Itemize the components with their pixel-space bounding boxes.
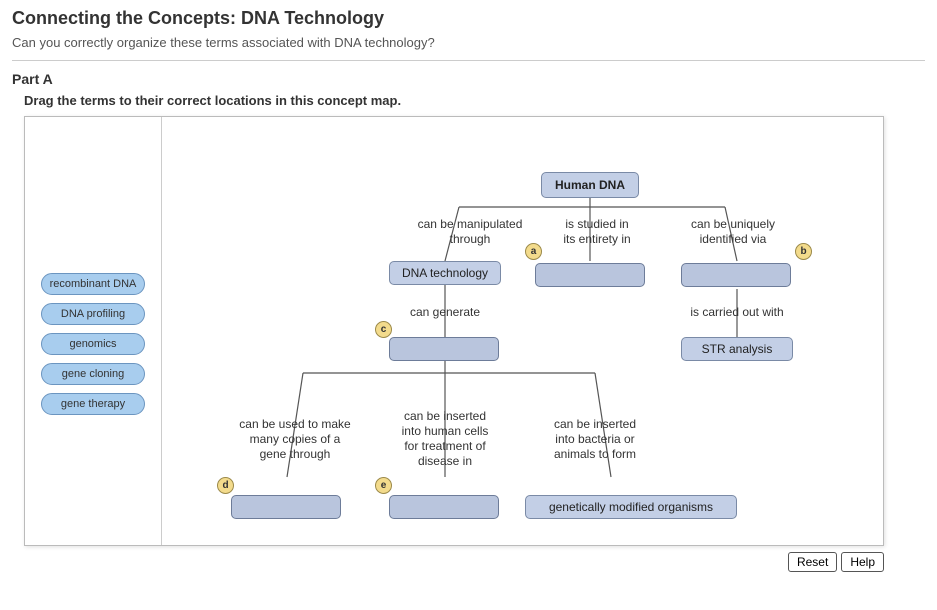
- node-gmo: genetically modified organisms: [525, 495, 737, 519]
- page-title: Connecting the Concepts: DNA Technology: [12, 8, 925, 29]
- label-can-generate: can generate: [399, 305, 491, 320]
- badge-a: a: [525, 243, 542, 260]
- label-studied-entirety: is studied in its entirety in: [547, 217, 647, 247]
- badge-c: c: [375, 321, 392, 338]
- dropzone-a[interactable]: [535, 263, 645, 287]
- term-gene-cloning[interactable]: gene cloning: [41, 363, 145, 385]
- term-genomics[interactable]: genomics: [41, 333, 145, 355]
- divider: [12, 60, 925, 61]
- part-label: Part A: [12, 71, 925, 87]
- page-subtitle: Can you correctly organize these terms a…: [12, 35, 925, 50]
- instruction-text: Drag the terms to their correct location…: [24, 93, 925, 108]
- palette-separator: [161, 117, 162, 545]
- badge-b: b: [795, 243, 812, 260]
- label-inserted-bacteria: can be inserted into bacteria or animals…: [535, 417, 655, 462]
- label-carried-out-with: is carried out with: [677, 305, 797, 320]
- label-many-copies: can be used to make many copies of a gen…: [225, 417, 365, 462]
- node-dna-technology: DNA technology: [389, 261, 501, 285]
- badge-d: d: [217, 477, 234, 494]
- concept-map-canvas: recombinant DNA DNA profiling genomics g…: [24, 116, 884, 546]
- connector-lines: [25, 117, 885, 547]
- dropzone-b[interactable]: [681, 263, 791, 287]
- node-human-dna: Human DNA: [541, 172, 639, 198]
- dropzone-e[interactable]: [389, 495, 499, 519]
- node-str-analysis: STR analysis: [681, 337, 793, 361]
- label-inserted-human: can be inserted into human cells for tre…: [385, 409, 505, 469]
- term-gene-therapy[interactable]: gene therapy: [41, 393, 145, 415]
- button-row: Reset Help: [24, 552, 884, 572]
- label-uniquely-identified: can be uniquely identified via: [673, 217, 793, 247]
- dropzone-c[interactable]: [389, 337, 499, 361]
- term-dna-profiling[interactable]: DNA profiling: [41, 303, 145, 325]
- dropzone-d[interactable]: [231, 495, 341, 519]
- badge-e: e: [375, 477, 392, 494]
- reset-button[interactable]: Reset: [788, 552, 837, 572]
- label-manipulated-through: can be manipulated through: [405, 217, 535, 247]
- help-button[interactable]: Help: [841, 552, 884, 572]
- term-recombinant-dna[interactable]: recombinant DNA: [41, 273, 145, 295]
